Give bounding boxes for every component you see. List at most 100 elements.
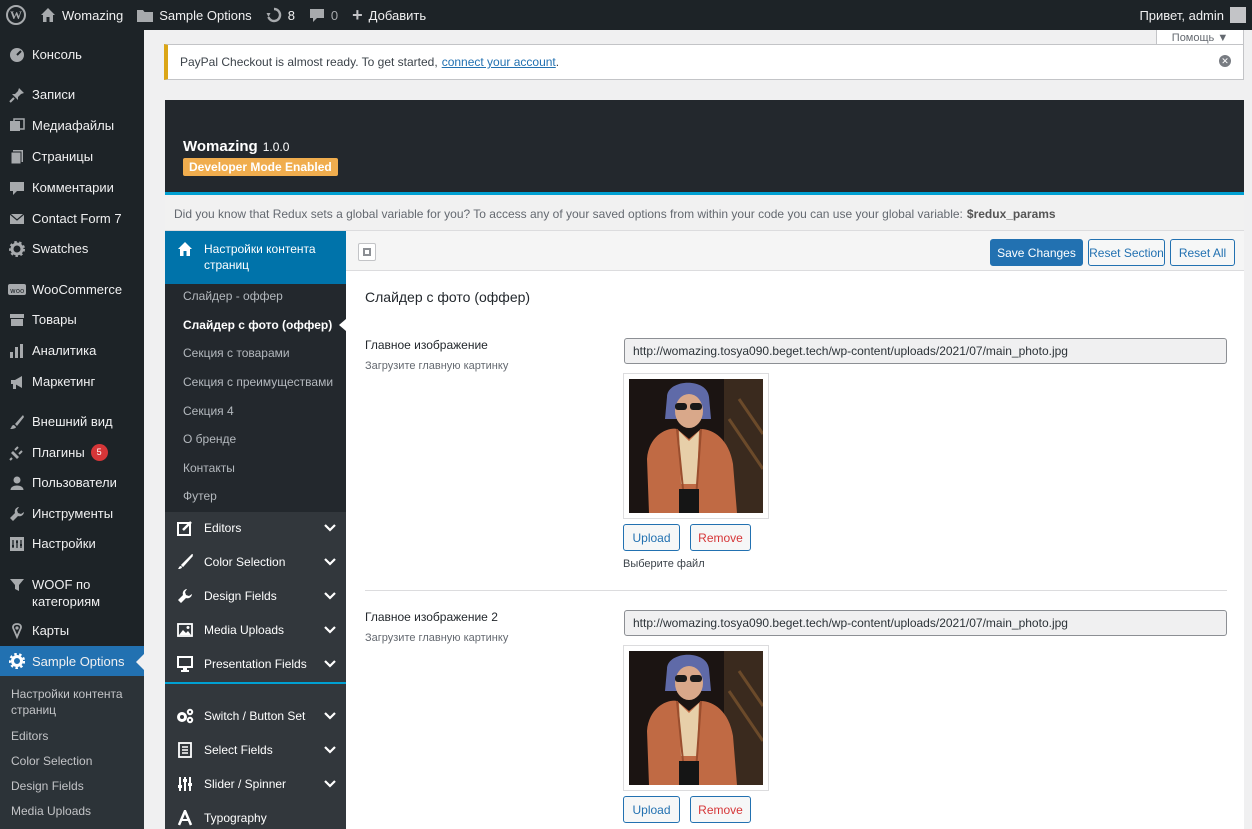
reset-all-button[interactable]: Reset All <box>1170 239 1235 266</box>
menu-label: Внешний вид <box>32 414 113 429</box>
theme-options-label: Sample Options <box>159 7 252 23</box>
subsection-item[interactable]: Слайдер - оффер <box>183 289 283 303</box>
map-icon <box>8 622 26 640</box>
section-media-uploads[interactable]: Media Uploads <box>165 613 346 647</box>
new-content-menu[interactable]: + Добавить <box>345 0 433 30</box>
expand-options-icon[interactable] <box>358 243 376 261</box>
menu-item-tools[interactable]: Инструменты <box>0 505 144 523</box>
menu-item-users[interactable]: Пользователи <box>0 474 144 492</box>
section-label: Настройки контента страниц <box>204 242 316 272</box>
redux-sidebar: Настройки контента страниц Слайдер - офф… <box>165 231 346 829</box>
updates-menu[interactable]: 8 <box>259 0 302 30</box>
subsection-item[interactable]: О бренде <box>183 432 236 446</box>
active-subsection-arrow <box>339 319 346 331</box>
help-tab[interactable]: Помощь ▼ <box>1156 30 1244 45</box>
subsection-item[interactable]: Контакты <box>183 461 235 475</box>
remove-button[interactable]: Remove <box>690 796 751 823</box>
megaphone-icon <box>8 373 26 391</box>
subsection-item[interactable]: Секция с товарами <box>183 346 290 360</box>
brush-icon <box>8 413 26 431</box>
admin-bar: W Womazing Sample Options 8 0 + Добавить… <box>0 0 1252 30</box>
plugin-icon <box>8 444 26 462</box>
save-changes-button[interactable]: Save Changes <box>990 239 1083 266</box>
menu-label: Пользователи <box>32 475 117 490</box>
section-label: Switch / Button Set <box>204 709 306 723</box>
submenu-item[interactable]: Editors <box>11 728 48 744</box>
menu-label: Страницы <box>32 149 94 164</box>
mail-icon <box>8 210 26 228</box>
sliders-icon <box>176 775 194 793</box>
menu-item-swatches[interactable]: Swatches <box>0 240 144 258</box>
menu-item-woof[interactable]: WOOF по категориям <box>0 576 144 610</box>
menu-label: Записи <box>32 87 76 102</box>
my-account-menu[interactable]: Привет, admin <box>1139 7 1252 23</box>
section-switch-button-set[interactable]: Switch / Button Set <box>165 699 346 733</box>
section-slider-spinner[interactable]: Slider / Spinner <box>165 767 346 801</box>
section-editors[interactable]: Editors <box>165 511 346 545</box>
paypal-notice: PayPal Checkout is almost ready. To get … <box>164 44 1244 80</box>
section-label: Color Selection <box>204 555 286 569</box>
field-description: Загрузите главную картинку <box>365 360 509 372</box>
submenu-item[interactable]: Color Selection <box>11 753 92 769</box>
menu-item-media[interactable]: Медиафайлы <box>0 117 144 135</box>
comments-menu[interactable]: 0 <box>302 0 345 30</box>
submenu-item[interactable]: Настройки контента страниц <box>11 686 135 718</box>
wp-logo-menu[interactable]: W <box>0 0 33 30</box>
menu-item-sample-options[interactable]: Sample Options <box>0 646 144 676</box>
subsection-item[interactable]: Футер <box>183 489 217 503</box>
menu-item-maps[interactable]: Карты <box>0 622 144 640</box>
gear-icon <box>8 240 26 258</box>
subsection-item[interactable]: Секция 4 <box>183 404 234 418</box>
chevron-down-icon <box>324 521 336 535</box>
menu-item-pages[interactable]: Страницы <box>0 148 144 166</box>
options-title: Womazing 1.0.0 <box>183 138 289 155</box>
image-url-input[interactable]: http://womazing.tosya090.beget.tech/wp-c… <box>624 338 1227 364</box>
section-presentation-fields[interactable]: Presentation Fields <box>165 647 346 681</box>
menu-item-products[interactable]: Товары <box>0 311 144 329</box>
folder-icon <box>137 8 154 22</box>
image-url-input[interactable]: http://womazing.tosya090.beget.tech/wp-c… <box>624 610 1227 636</box>
brush-icon <box>176 553 194 571</box>
upload-button[interactable]: Upload <box>623 796 680 823</box>
section-content-settings[interactable]: Настройки контента страниц <box>165 231 346 284</box>
submenu-item[interactable]: Media Uploads <box>11 803 91 819</box>
chevron-down-icon <box>324 555 336 569</box>
connect-account-link[interactable]: connect your account <box>442 55 556 69</box>
section-label: Slider / Spinner <box>204 777 287 791</box>
intro-text: Did you know that Redux sets a global va… <box>174 207 963 221</box>
menu-item-plugins[interactable]: Плагины 5 <box>0 444 144 462</box>
section-color-selection[interactable]: Color Selection <box>165 545 346 579</box>
submenu-item[interactable]: Design Fields <box>11 778 84 794</box>
section-select-fields[interactable]: Select Fields <box>165 733 346 767</box>
menu-item-contact-form[interactable]: Contact Form 7 <box>0 210 144 228</box>
field-separator <box>365 590 1227 591</box>
edit-icon <box>176 519 194 537</box>
menu-label: Маркетинг <box>32 374 96 389</box>
subsection-item[interactable]: Секция с преимуществами <box>183 375 333 389</box>
menu-item-comments[interactable]: Комментарии <box>0 179 144 197</box>
cogs-icon <box>176 707 194 725</box>
menu-item-woocommerce[interactable]: woo WooCommerce <box>0 281 144 299</box>
site-name-menu[interactable]: Womazing <box>33 0 130 30</box>
menu-item-marketing[interactable]: Маркетинг <box>0 373 144 391</box>
theme-options-menu[interactable]: Sample Options <box>130 0 259 30</box>
sidebar-divider <box>165 682 346 684</box>
menu-item-dashboard[interactable]: Консоль <box>0 46 144 64</box>
new-content-label: Добавить <box>368 7 427 23</box>
remove-button[interactable]: Remove <box>690 524 751 551</box>
menu-label: WOOF по категориям <box>32 577 101 609</box>
dismiss-icon[interactable]: ✕ <box>1219 55 1231 67</box>
archive-icon <box>8 311 26 329</box>
notice-tail: . <box>555 55 560 69</box>
menu-item-analytics[interactable]: Аналитика <box>0 342 144 360</box>
section-design-fields[interactable]: Design Fields <box>165 579 346 613</box>
section-typography[interactable]: Typography <box>165 801 346 829</box>
upload-button[interactable]: Upload <box>623 524 680 551</box>
menu-item-settings[interactable]: Настройки <box>0 535 144 553</box>
wordpress-icon: W <box>6 5 26 25</box>
greeting: Привет, admin <box>1139 7 1224 23</box>
menu-item-posts[interactable]: Записи <box>0 86 144 104</box>
menu-item-appearance[interactable]: Внешний вид <box>0 413 144 431</box>
reset-section-button[interactable]: Reset Section <box>1088 239 1165 266</box>
subsection-item-active[interactable]: Слайдер с фото (оффер) <box>183 318 332 332</box>
